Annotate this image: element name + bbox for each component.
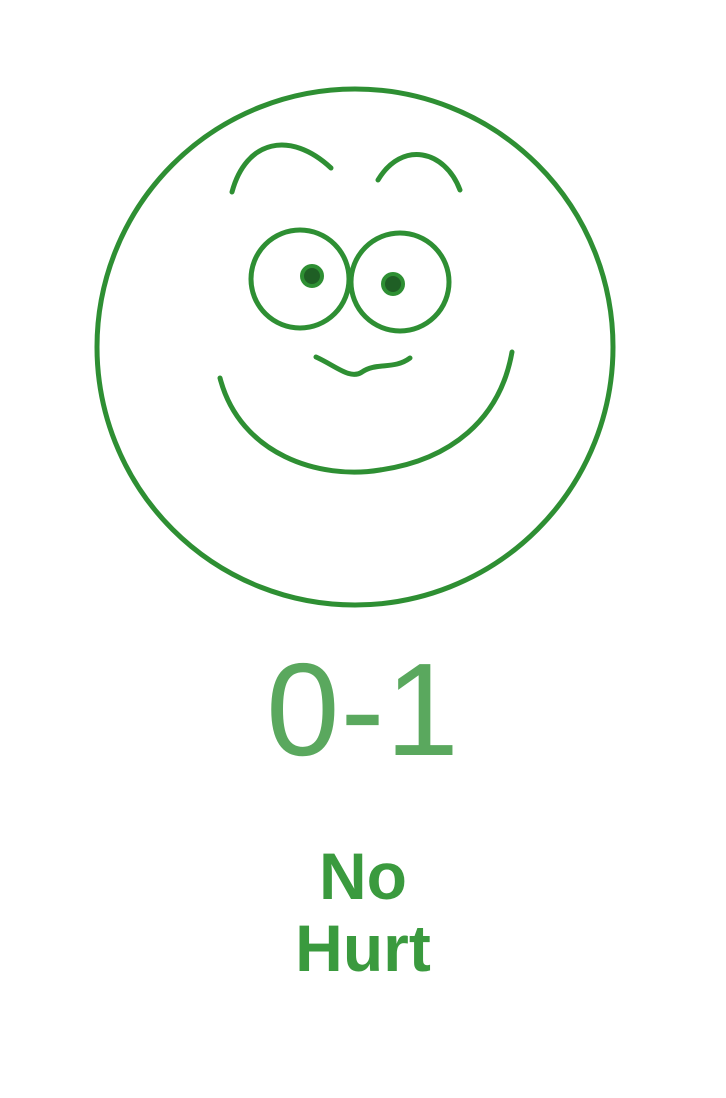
pain-label-line1: No xyxy=(319,839,407,913)
left-eyebrow xyxy=(229,142,334,195)
nose xyxy=(313,354,413,377)
left-pupil xyxy=(300,264,324,288)
right-pupil xyxy=(381,272,405,296)
left-eye xyxy=(248,227,352,331)
right-eyebrow xyxy=(375,152,463,193)
pain-label: No Hurt xyxy=(0,840,726,984)
pain-score: 0-1 xyxy=(266,636,460,783)
smiling-face-icon xyxy=(0,0,726,620)
pain-label-line2: Hurt xyxy=(295,911,431,985)
face-outline xyxy=(94,86,616,608)
